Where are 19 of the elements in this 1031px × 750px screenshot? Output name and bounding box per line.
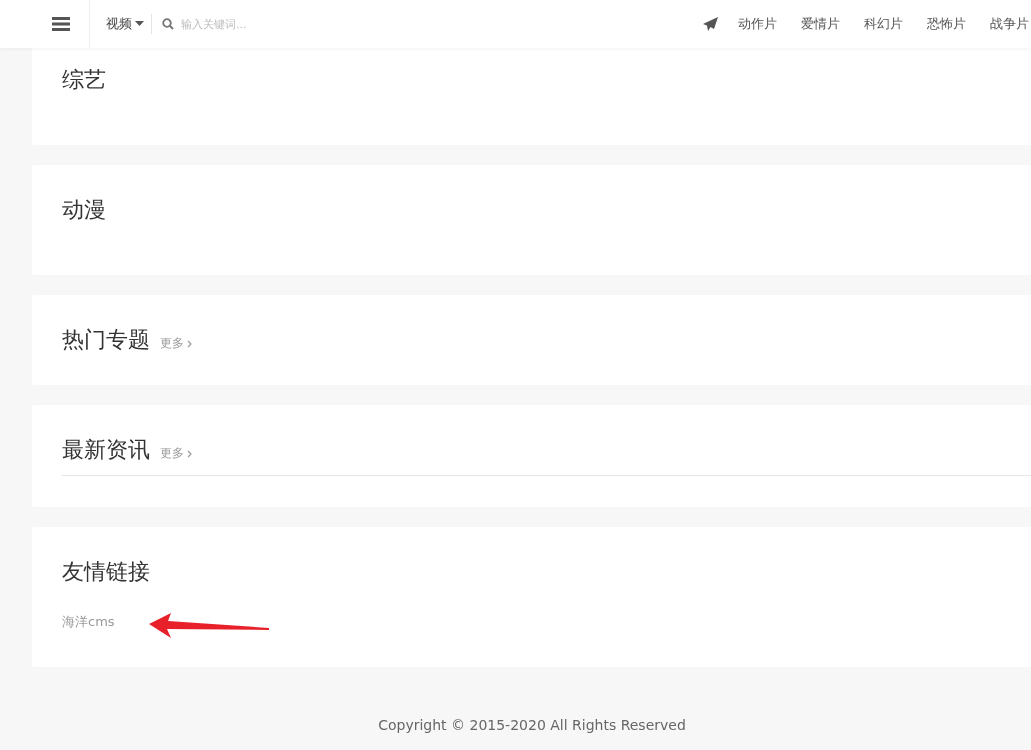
arrow-icon [148, 613, 271, 639]
chevron-right-icon [187, 449, 192, 458]
paper-plane-icon[interactable] [703, 17, 718, 31]
menu-icon[interactable] [52, 17, 70, 31]
nav-link[interactable]: 战争片 [990, 15, 1029, 33]
nav-link[interactable]: 科幻片 [864, 15, 903, 33]
chevron-right-icon [187, 339, 192, 348]
section-title: 动漫 [62, 196, 106, 224]
section-title: 综艺 [62, 66, 106, 94]
nav-link[interactable]: 动作片 [738, 15, 777, 33]
section-title: 友情链接 [62, 558, 150, 586]
section-title: 热门专题 [62, 326, 150, 354]
copyright-text: Copyright © 2015-2020 All Rights Reserved [377, 717, 687, 733]
section-title: 最新资讯 [62, 436, 150, 464]
channel-dropdown[interactable]: 视频 [106, 15, 144, 33]
caret-down-icon [135, 21, 144, 27]
search-icon [162, 18, 174, 30]
nav-link[interactable]: 恐怖片 [927, 15, 966, 33]
nav-link[interactable]: 爱情片 [801, 15, 840, 33]
